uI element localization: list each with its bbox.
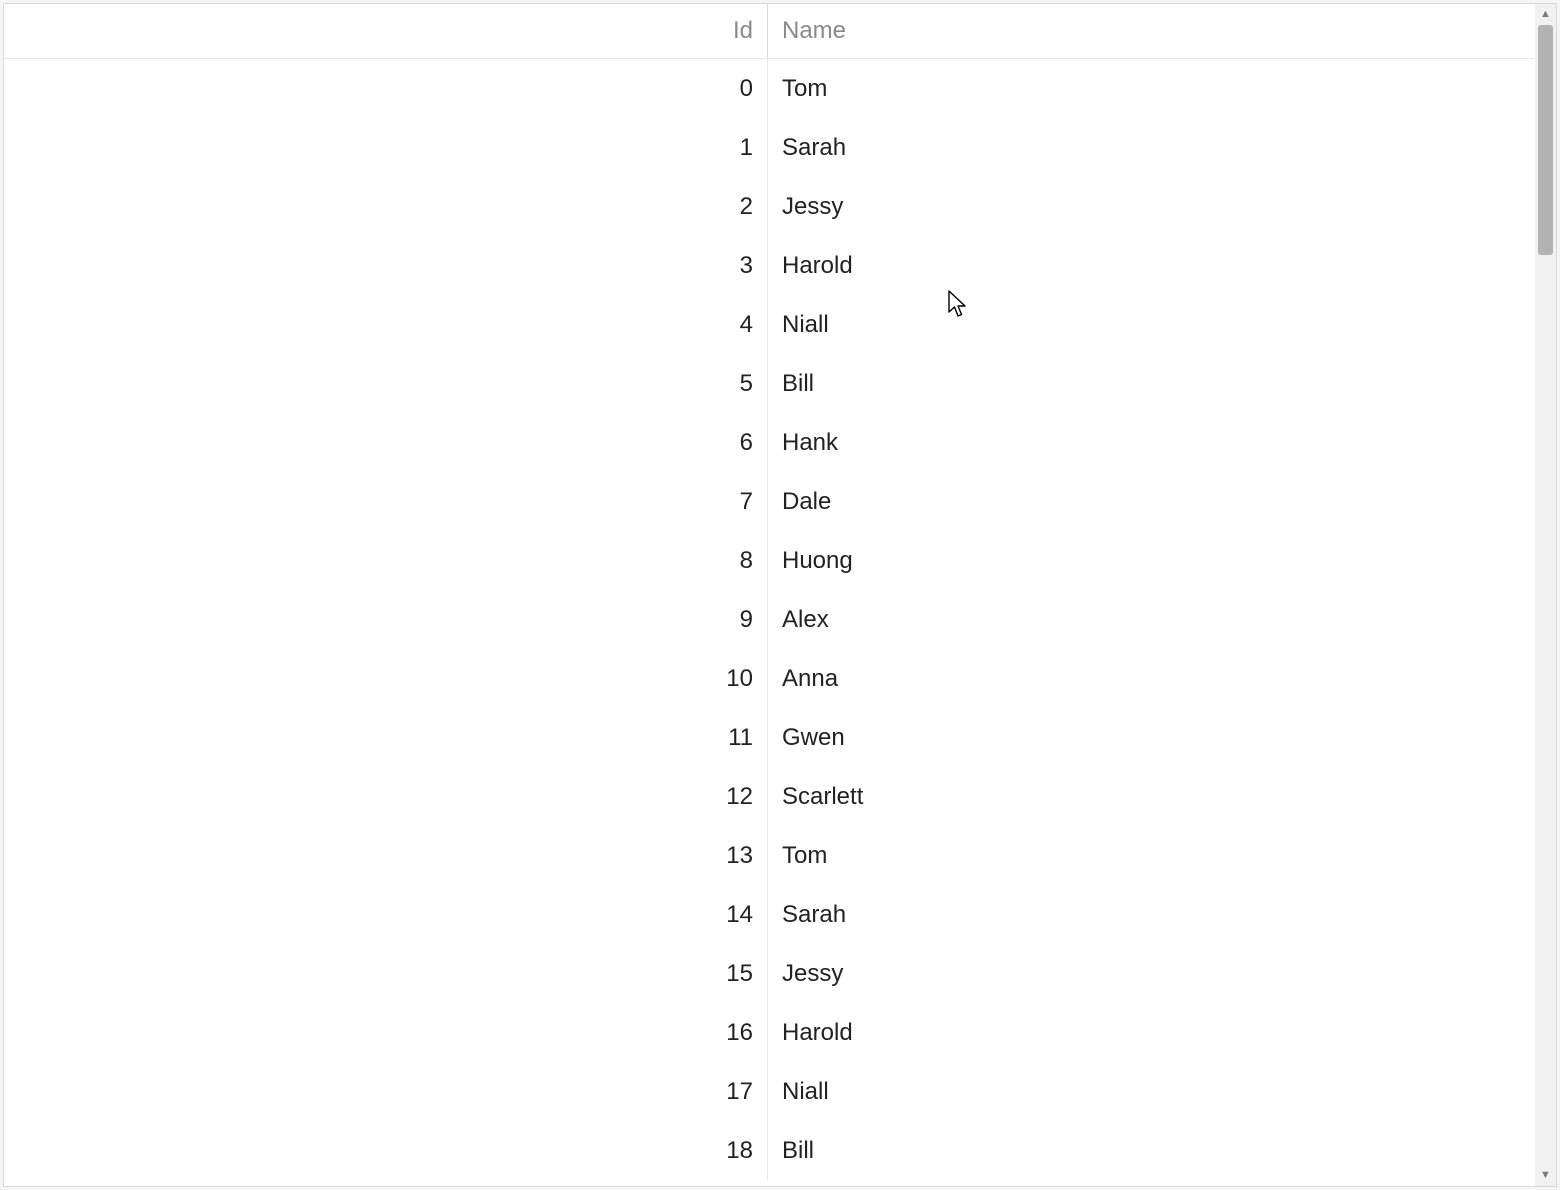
cell-name: Jessy (768, 944, 1556, 1003)
table-row[interactable]: 12Scarlett (4, 767, 1556, 826)
cell-id: 10 (4, 649, 768, 708)
table-row[interactable]: 8Huong (4, 531, 1556, 590)
cell-name: Jessy (768, 177, 1556, 236)
cell-name: Niall (768, 295, 1556, 354)
column-header-name[interactable]: Name (768, 4, 1556, 58)
table-row[interactable]: 11Gwen (4, 708, 1556, 767)
cell-name: Gwen (768, 708, 1556, 767)
cell-name: Niall (768, 1062, 1556, 1121)
cell-name: Sarah (768, 885, 1556, 944)
cell-name: Bill (768, 1121, 1556, 1180)
cell-name: Huong (768, 531, 1556, 590)
cell-id: 6 (4, 413, 768, 472)
table-row[interactable]: 9Alex (4, 590, 1556, 649)
cell-name: Tom (768, 826, 1556, 885)
cell-name: Tom (768, 59, 1556, 118)
cell-name: Harold (768, 236, 1556, 295)
cell-id: 13 (4, 826, 768, 885)
cell-id: 5 (4, 354, 768, 413)
table-row[interactable]: 3Harold (4, 236, 1556, 295)
table-row[interactable]: 17Niall (4, 1062, 1556, 1121)
cell-id: 0 (4, 59, 768, 118)
vertical-scrollbar[interactable] (1535, 4, 1556, 1186)
table-row[interactable]: 6Hank (4, 413, 1556, 472)
cell-id: 16 (4, 1003, 768, 1062)
cell-id: 11 (4, 708, 768, 767)
cell-id: 4 (4, 295, 768, 354)
table-row[interactable]: 2Jessy (4, 177, 1556, 236)
table-row[interactable]: 14Sarah (4, 885, 1556, 944)
cell-name: Hank (768, 413, 1556, 472)
cell-id: 12 (4, 767, 768, 826)
cell-id: 2 (4, 177, 768, 236)
table-row[interactable]: 18Bill (4, 1121, 1556, 1180)
cell-name: Dale (768, 472, 1556, 531)
cell-id: 7 (4, 472, 768, 531)
table-row[interactable]: 15Jessy (4, 944, 1556, 1003)
table-row[interactable]: 13Tom (4, 826, 1556, 885)
cell-name: Bill (768, 354, 1556, 413)
cell-id: 15 (4, 944, 768, 1003)
grid-body: 0Tom1Sarah2Jessy3Harold4Niall5Bill6Hank7… (4, 59, 1556, 1180)
table-row[interactable]: 4Niall (4, 295, 1556, 354)
table-row[interactable]: 7Dale (4, 472, 1556, 531)
scroll-down-arrow-icon[interactable] (1535, 1165, 1556, 1186)
scroll-thumb[interactable] (1538, 25, 1553, 255)
grid-header-row: Id Name (4, 4, 1556, 59)
table-row[interactable]: 1Sarah (4, 118, 1556, 177)
cell-id: 17 (4, 1062, 768, 1121)
table-row[interactable]: 10Anna (4, 649, 1556, 708)
cell-id: 18 (4, 1121, 768, 1180)
column-header-id[interactable]: Id (4, 4, 768, 58)
cell-id: 1 (4, 118, 768, 177)
table-row[interactable]: 5Bill (4, 354, 1556, 413)
cell-id: 14 (4, 885, 768, 944)
table-row[interactable]: 16Harold (4, 1003, 1556, 1062)
scroll-up-arrow-icon[interactable] (1535, 4, 1556, 25)
cell-name: Alex (768, 590, 1556, 649)
cell-name: Sarah (768, 118, 1556, 177)
cell-name: Anna (768, 649, 1556, 708)
cell-id: 3 (4, 236, 768, 295)
cell-id: 9 (4, 590, 768, 649)
cell-name: Harold (768, 1003, 1556, 1062)
table-row[interactable]: 0Tom (4, 59, 1556, 118)
data-grid[interactable]: Id Name 0Tom1Sarah2Jessy3Harold4Niall5Bi… (3, 3, 1557, 1187)
cell-name: Scarlett (768, 767, 1556, 826)
cell-id: 8 (4, 531, 768, 590)
